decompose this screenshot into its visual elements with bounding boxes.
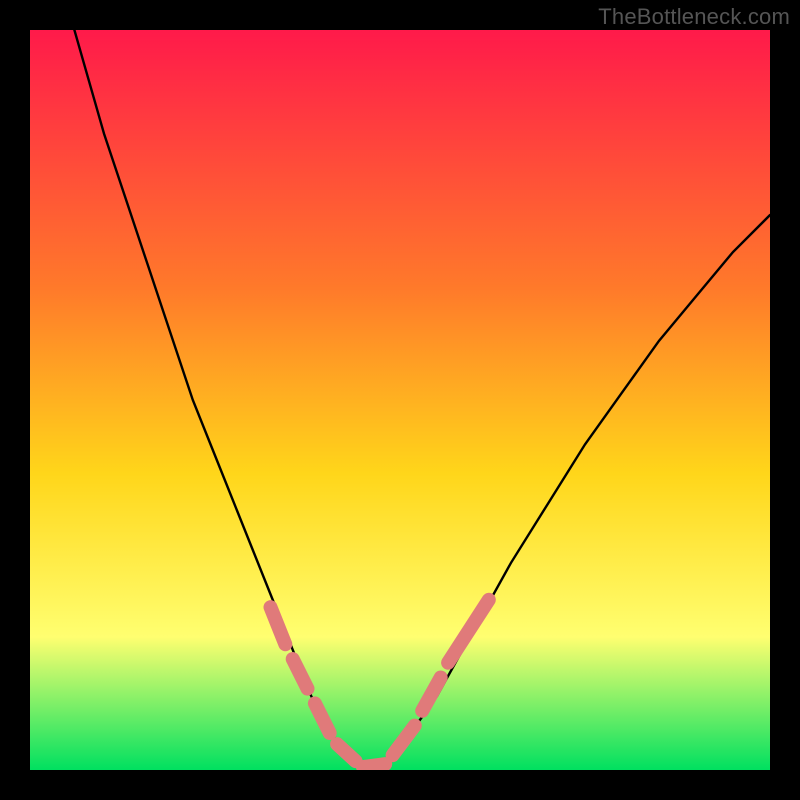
watermark-text: TheBottleneck.com: [598, 4, 790, 30]
marker-segment: [363, 764, 385, 767]
gradient-background: [30, 30, 770, 770]
bottleneck-chart: [30, 30, 770, 770]
plot-area: [30, 30, 770, 770]
chart-container: TheBottleneck.com: [0, 0, 800, 800]
